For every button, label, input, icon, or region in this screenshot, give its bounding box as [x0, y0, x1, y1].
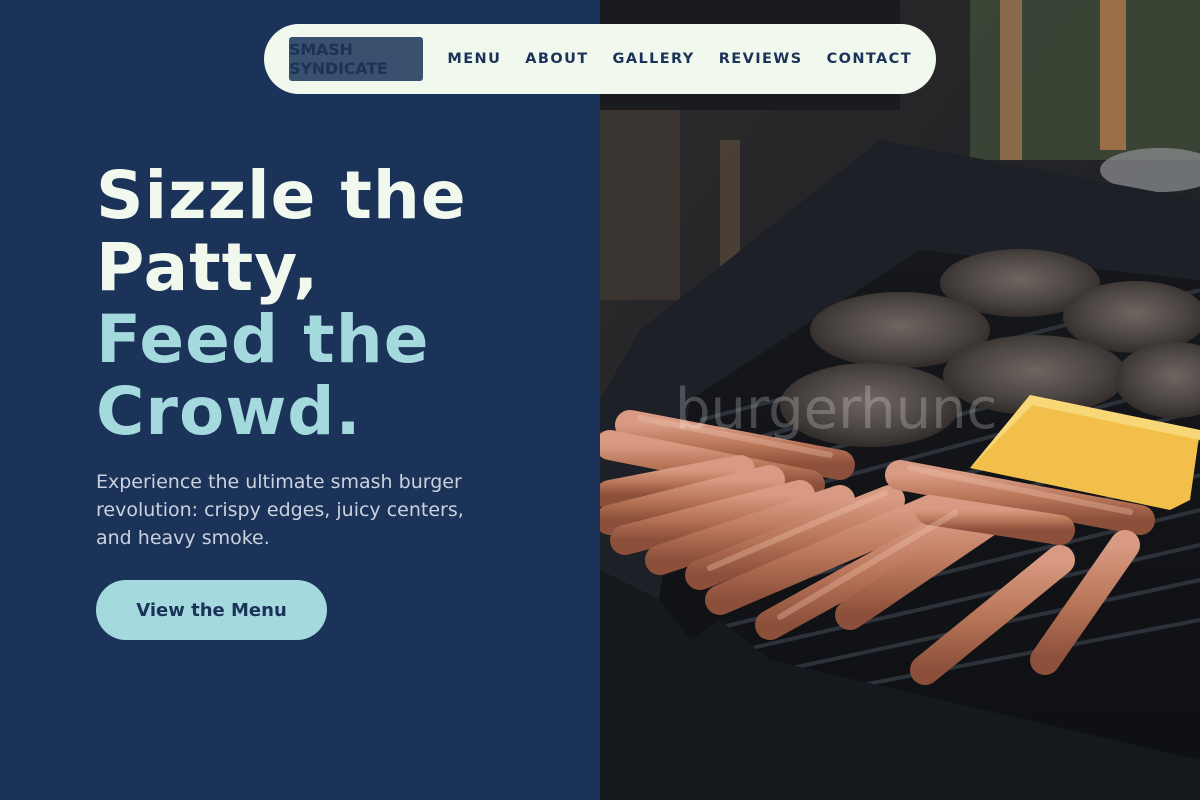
hero-subtext: Experience the ultimate smash burger rev…: [96, 471, 464, 549]
hero-headline: Sizzle the Patty, Feed the Crowd.: [96, 160, 566, 448]
brand-logo[interactable]: SMASH SYNDICATE: [289, 37, 424, 81]
grill-photo: burgerhunc: [600, 0, 1200, 800]
nav-item-contact[interactable]: CONTACT: [827, 51, 912, 67]
hero-image: burgerhunc: [600, 0, 1200, 800]
nav-item-reviews[interactable]: REVIEWS: [719, 51, 803, 67]
nav-item-menu[interactable]: MENU: [447, 51, 501, 67]
watermark-text: burgerhunc: [675, 377, 997, 442]
nav-item-about[interactable]: ABOUT: [525, 51, 588, 67]
nav-links: MENU ABOUT GALLERY REVIEWS CONTACT: [447, 51, 936, 67]
top-nav: SMASH SYNDICATE MENU ABOUT GALLERY REVIE…: [264, 24, 936, 94]
view-menu-button[interactable]: View the Menu: [96, 580, 327, 640]
hero-headline-line1: Sizzle the Patty,: [96, 157, 467, 306]
hero-copy: Sizzle the Patty, Feed the Crowd. Experi…: [96, 160, 566, 571]
hero-headline-line2: Feed the Crowd.: [96, 301, 430, 450]
nav-item-gallery[interactable]: GALLERY: [613, 51, 695, 67]
